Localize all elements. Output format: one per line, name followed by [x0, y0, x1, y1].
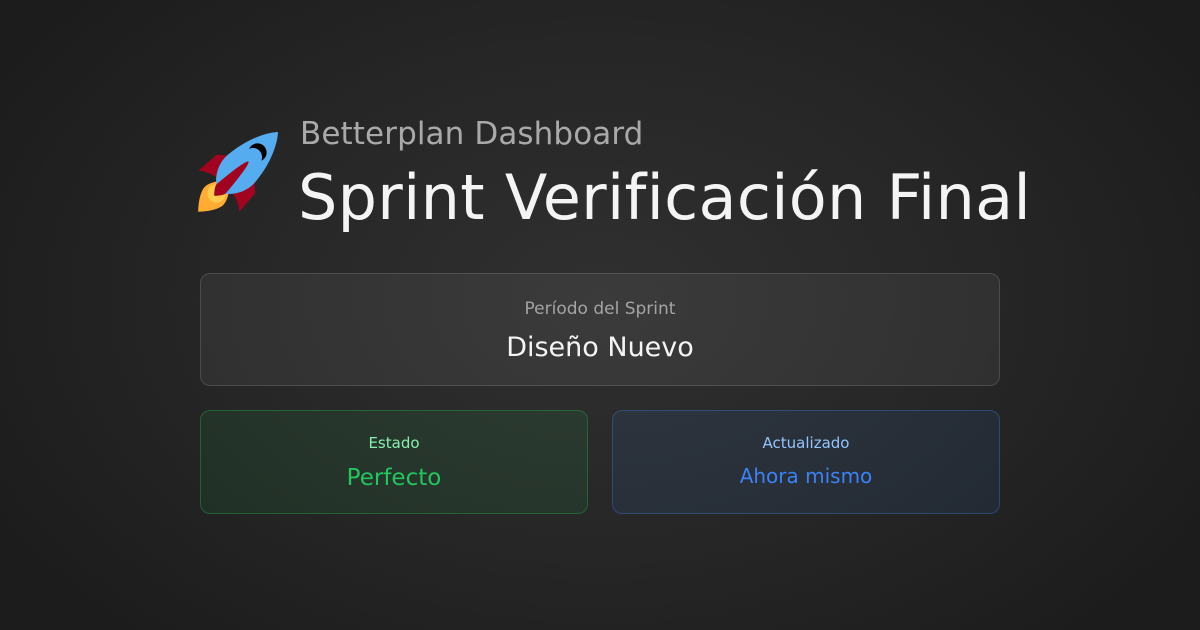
updated-card: Actualizado Ahora mismo	[612, 410, 1000, 514]
status-value: Perfecto	[346, 465, 442, 491]
page-header: Betterplan Dashboard Sprint Verificación…	[196, 114, 1031, 244]
status-label: Estado	[368, 434, 420, 452]
dashboard-subtitle: Betterplan Dashboard	[300, 116, 644, 152]
sprint-period-value: Diseño Nuevo	[506, 332, 694, 363]
rocket-icon	[198, 132, 278, 212]
updated-value: Ahora mismo	[739, 464, 873, 488]
sprint-period-label: Período del Sprint	[524, 299, 676, 319]
updated-label: Actualizado	[762, 434, 850, 452]
page-title: Sprint Verificación Final	[298, 161, 1031, 234]
status-card: Estado Perfecto	[200, 410, 588, 514]
sprint-period-card: Período del Sprint Diseño Nuevo	[200, 273, 1000, 386]
